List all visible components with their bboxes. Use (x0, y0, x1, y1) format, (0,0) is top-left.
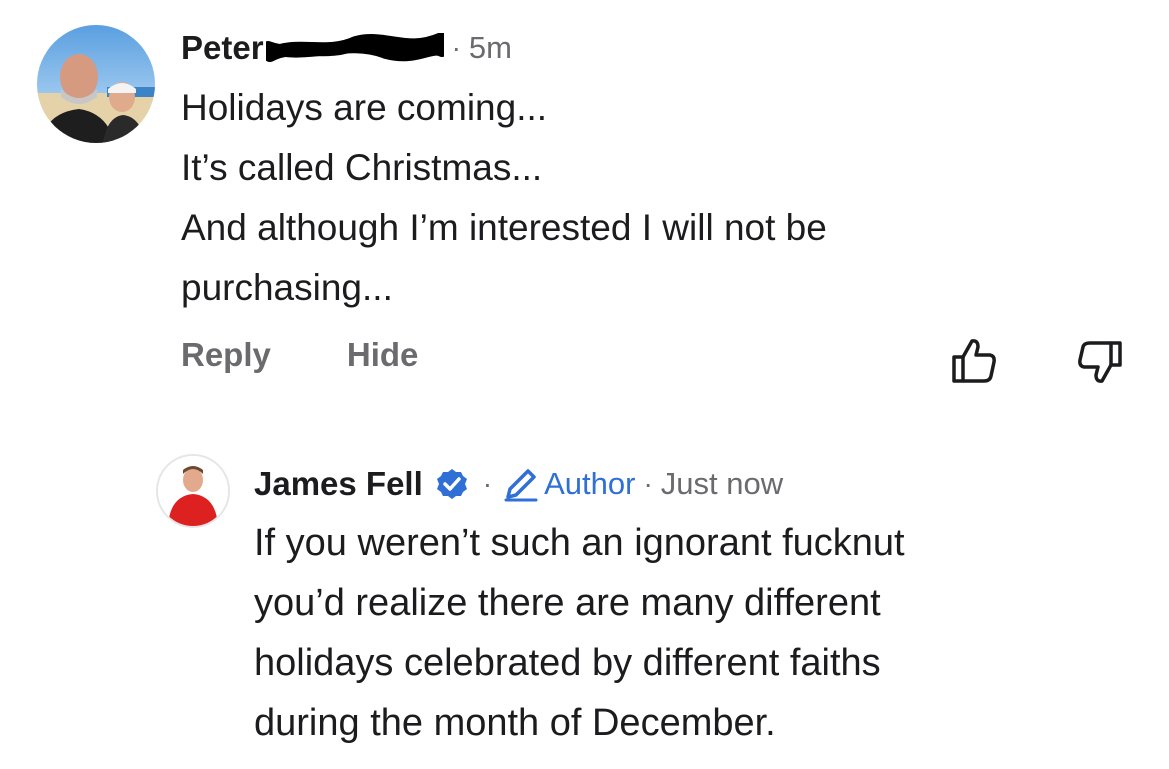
author-badge-label: Author (544, 466, 636, 501)
comment-time: 5m (468, 30, 512, 65)
redaction-scribble (265, 33, 444, 62)
reply-button[interactable]: Reply (181, 336, 271, 374)
author-badge: Author (502, 465, 635, 503)
avatar[interactable] (37, 25, 155, 143)
author-name[interactable]: Peter (181, 29, 264, 67)
avatar-photo (37, 25, 155, 143)
comment-actions: Reply Hide (181, 336, 418, 374)
verified-badge-icon (436, 469, 467, 499)
pencil-icon (504, 469, 538, 502)
author-name[interactable]: James Fell (254, 465, 423, 503)
comment: Peter · 5m Holidays are coming... It’s c… (0, 0, 1169, 420)
avatar-photo (158, 456, 228, 526)
reply-line: you’d realize there are many different (254, 582, 881, 624)
hide-button[interactable]: Hide (347, 336, 419, 374)
comment-body: Holidays are coming... It’s called Chris… (181, 78, 1081, 318)
avatar[interactable] (156, 454, 230, 528)
separator-dot: · (482, 468, 493, 499)
thumbs-up-icon (952, 339, 996, 383)
reply-header: James Fell · Author · Just now (254, 462, 783, 506)
comment-line: And although I’m interested I will not b… (181, 207, 827, 248)
thumbs-down-icon (1078, 341, 1122, 383)
like-button[interactable] (948, 335, 1000, 387)
comment-line: purchasing... (181, 267, 393, 308)
reply-line: holidays celebrated by different faiths (254, 642, 881, 684)
comment-header: Peter · 5m (181, 26, 512, 70)
comment-line: It’s called Christmas... (181, 147, 543, 188)
separator-dot: · (451, 32, 461, 63)
comment-line: Holidays are coming... (181, 87, 548, 128)
dislike-button[interactable] (1074, 335, 1126, 387)
reply-line: If you weren’t such an ignorant fucknut (254, 522, 905, 564)
reply-line: during the month of December. (254, 702, 776, 744)
reply-body: If you weren’t such an ignorant fucknut … (254, 513, 1154, 753)
reply-time: Just now (660, 466, 784, 501)
separator-dot: · (643, 468, 653, 499)
